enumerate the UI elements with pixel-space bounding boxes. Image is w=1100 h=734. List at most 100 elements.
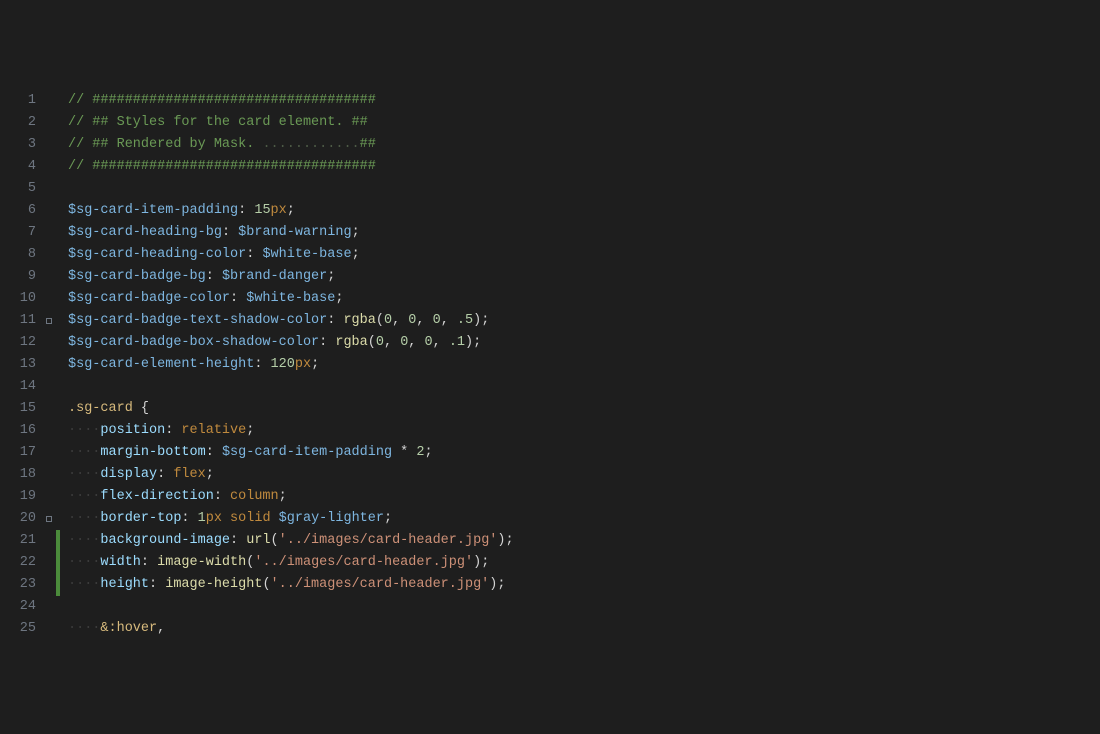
breakpoint-slot[interactable] [42, 508, 56, 530]
line-number: 21 [14, 530, 36, 552]
token: .sg-card [68, 401, 133, 416]
breakpoint-slot[interactable] [42, 596, 56, 618]
token: $brand-warning [238, 225, 351, 240]
breakpoint-slot[interactable] [42, 332, 56, 354]
token: 120 [271, 357, 295, 372]
breakpoint-slot[interactable] [42, 90, 56, 112]
code-line[interactable]: $sg-card-heading-bg: $brand-warning; [68, 222, 1100, 244]
token: '../images/card-header.jpg' [279, 533, 498, 548]
token: relative [181, 423, 246, 438]
token: ( [262, 577, 270, 592]
code-line[interactable]: .sg-card { [68, 398, 1100, 420]
token: ; [384, 511, 392, 526]
breakpoint-slot[interactable] [42, 112, 56, 134]
token: ); [497, 533, 513, 548]
token: ; [287, 203, 295, 218]
token: { [141, 401, 149, 416]
breakpoint-slot[interactable] [42, 464, 56, 486]
token: $sg-card-item-padding [68, 203, 238, 218]
code-line[interactable]: // ## Rendered by Mask. ............## [68, 134, 1100, 156]
breakpoint-slot[interactable] [42, 486, 56, 508]
token: : [246, 247, 262, 262]
token: px [206, 511, 222, 526]
code-line[interactable]: ····border-top: 1px solid $gray-lighter; [68, 508, 1100, 530]
code-line[interactable]: $sg-card-element-height: 120px; [68, 354, 1100, 376]
code-line[interactable]: $sg-card-badge-color: $white-base; [68, 288, 1100, 310]
line-number: 19 [14, 486, 36, 508]
breakpoint-slot[interactable] [42, 134, 56, 156]
breakpoint-slot[interactable] [42, 200, 56, 222]
token: flex-direction [100, 489, 213, 504]
breakpoint-slot[interactable] [42, 618, 56, 640]
line-number: 1 [14, 90, 36, 112]
breakpoint-slot[interactable] [42, 398, 56, 420]
code-line[interactable]: ····&:hover, [68, 618, 1100, 640]
code-line[interactable]: // ################################### [68, 90, 1100, 112]
line-number: 12 [14, 332, 36, 354]
breakpoint-slot[interactable] [42, 420, 56, 442]
token: : [230, 291, 246, 306]
line-number: 4 [14, 156, 36, 178]
token: 15 [254, 203, 270, 218]
token: , [416, 313, 432, 328]
breakpoint-slot[interactable] [42, 530, 56, 552]
token: margin-bottom [100, 445, 205, 460]
token: : [181, 511, 197, 526]
code-line[interactable]: $sg-card-badge-text-shadow-color: rgba(0… [68, 310, 1100, 332]
breakpoint-slot[interactable] [42, 288, 56, 310]
token: $white-base [246, 291, 335, 306]
breakpoint-slot[interactable] [42, 552, 56, 574]
breakpoint-slot[interactable] [42, 354, 56, 376]
code-line[interactable]: $sg-card-item-padding: 15px; [68, 200, 1100, 222]
token: $white-base [262, 247, 351, 262]
code-line[interactable]: ····position: relative; [68, 420, 1100, 442]
code-line[interactable]: $sg-card-badge-bg: $brand-danger; [68, 266, 1100, 288]
breakpoint-slot[interactable] [42, 244, 56, 266]
token: , [157, 621, 165, 636]
line-number: 10 [14, 288, 36, 310]
token: rgba [335, 335, 367, 350]
code-line[interactable]: // ################################### [68, 156, 1100, 178]
code-area[interactable]: // ###################################//… [60, 88, 1100, 624]
code-line[interactable] [68, 596, 1100, 618]
breakpoint-slot[interactable] [42, 376, 56, 398]
code-line[interactable]: $sg-card-badge-box-shadow-color: rgba(0,… [68, 332, 1100, 354]
token: ···· [68, 445, 100, 460]
code-line[interactable]: // ## Styles for the card element. ## [68, 112, 1100, 134]
token: $sg-card-heading-color [68, 247, 246, 262]
code-line[interactable]: ····display: flex; [68, 464, 1100, 486]
token: image-height [165, 577, 262, 592]
code-editor[interactable]: 1234567891011121314151617181920212223242… [0, 88, 1100, 624]
code-line[interactable]: ····margin-bottom: $sg-card-item-padding… [68, 442, 1100, 464]
token: ···· [68, 577, 100, 592]
breakpoint-icon [46, 318, 52, 324]
token: ## [360, 137, 376, 152]
token: url [246, 533, 270, 548]
line-number: 11 [14, 310, 36, 332]
breakpoint-slot[interactable] [42, 178, 56, 200]
line-number: 7 [14, 222, 36, 244]
breakpoint-slot[interactable] [42, 310, 56, 332]
breakpoint-slot[interactable] [42, 574, 56, 596]
code-line[interactable]: ····height: image-height('../images/card… [68, 574, 1100, 596]
token: ; [311, 357, 319, 372]
token: : [165, 423, 181, 438]
breakpoint-slot[interactable] [42, 156, 56, 178]
code-line[interactable]: $sg-card-heading-color: $white-base; [68, 244, 1100, 266]
breakpoint-slot[interactable] [42, 222, 56, 244]
code-line[interactable]: ····background-image: url('../images/car… [68, 530, 1100, 552]
code-line[interactable] [68, 178, 1100, 200]
token: ; [352, 225, 360, 240]
code-line[interactable]: ····width: image-width('../images/card-h… [68, 552, 1100, 574]
breakpoint-slot[interactable] [42, 442, 56, 464]
code-line[interactable]: ····flex-direction: column; [68, 486, 1100, 508]
breakpoint-slot[interactable] [42, 266, 56, 288]
line-number: 3 [14, 134, 36, 156]
line-number-gutter: 1234567891011121314151617181920212223242… [0, 88, 42, 624]
code-line[interactable] [68, 376, 1100, 398]
token: ............ [262, 137, 359, 152]
line-number: 20 [14, 508, 36, 530]
token: : [141, 555, 157, 570]
line-number: 14 [14, 376, 36, 398]
token: , [392, 313, 408, 328]
